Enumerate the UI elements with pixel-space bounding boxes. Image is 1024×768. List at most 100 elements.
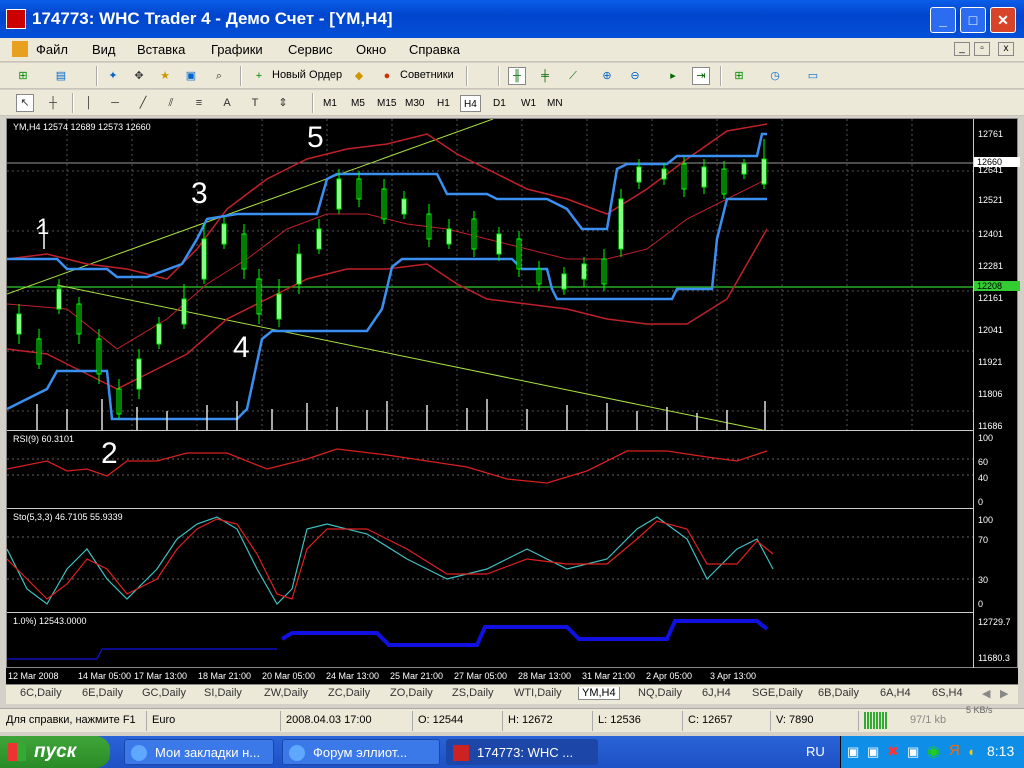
fibonacci-icon[interactable]: ≡ [190, 94, 208, 112]
candle-chart-icon[interactable]: ╪ [536, 67, 554, 85]
market-watch-icon[interactable]: ✦ [104, 67, 122, 85]
timeframe-d1[interactable]: D1 [490, 95, 509, 112]
menu-window[interactable]: Окно [356, 42, 386, 57]
autoscroll-icon[interactable]: ▸ [664, 67, 682, 85]
task-whc-trader[interactable]: 174773: WHC ... [446, 739, 598, 765]
tab-6s-h4[interactable]: 6S,H4 [932, 687, 963, 699]
timeframe-h4[interactable]: H4 [460, 95, 481, 112]
window-title: 174773: WHC Trader 4 - Демо Счет - [YM,H… [32, 9, 393, 28]
annotation-2: 2 [101, 437, 118, 470]
main-chart-label: YM,H4 12574 12689 12573 12660 [13, 122, 151, 132]
arrows-icon[interactable]: ⇕ [274, 94, 292, 112]
timeframe-m15[interactable]: M15 [374, 95, 399, 112]
tab-6e-daily[interactable]: 6E,Daily [82, 687, 123, 699]
tab-6a-h4[interactable]: 6A,H4 [880, 687, 911, 699]
tabs-scroll-left-icon[interactable]: ◀ [982, 687, 990, 700]
bar-chart-icon[interactable]: ╫ [508, 67, 526, 85]
rsi-pane[interactable]: RSI(9) 60.3101 2 [7, 431, 973, 509]
menu-file[interactable]: Файл [36, 42, 68, 57]
network-icon[interactable]: ▣ [847, 744, 859, 760]
vertical-line-icon[interactable]: │ [80, 94, 98, 112]
tab-wti-daily[interactable]: WTI,Daily [514, 687, 562, 699]
profiles-icon[interactable]: ▤ [52, 67, 70, 85]
maximize-button[interactable]: □ [960, 7, 986, 33]
metaeditor-icon[interactable]: ◆ [350, 67, 368, 85]
language-indicator[interactable]: RU [806, 744, 825, 759]
terminal-icon[interactable]: ▣ [182, 67, 200, 85]
zoom-in-icon[interactable]: ⊕ [598, 67, 616, 85]
timeframe-m30[interactable]: M30 [402, 95, 427, 112]
periods-icon[interactable]: ◷ [766, 67, 784, 85]
task-bookmarks[interactable]: Мои закладки н... [124, 739, 274, 765]
minimize-button[interactable]: _ [930, 7, 956, 33]
title-bar: 174773: WHC Trader 4 - Демо Счет - [YM,H… [0, 0, 1024, 38]
text-icon[interactable]: A [218, 94, 236, 112]
new-order-icon[interactable]: + [250, 67, 268, 85]
tab-6c-daily[interactable]: 6C,Daily [20, 687, 62, 699]
timeframe-w1[interactable]: W1 [518, 95, 539, 112]
templates-icon[interactable]: ▭ [804, 67, 822, 85]
clock[interactable]: 8:13 [987, 743, 1014, 759]
zoom-out-icon[interactable]: ⊖ [626, 67, 644, 85]
timeframe-mn[interactable]: MN [544, 95, 566, 112]
trendline-icon[interactable]: ╱ [134, 94, 152, 112]
experts-button[interactable]: Советники [400, 69, 454, 81]
tab-zc-daily[interactable]: ZC,Daily [328, 687, 370, 699]
rsi-label: RSI(9) 60.3101 [13, 434, 75, 444]
tab-6j-h4[interactable]: 6J,H4 [702, 687, 731, 699]
task-forum[interactable]: Форум эллиот... [282, 739, 440, 765]
sound-icon[interactable]: ◖ [967, 744, 975, 759]
experts-icon[interactable]: ● [378, 67, 396, 85]
new-chart-icon[interactable]: ⊞ [14, 67, 32, 85]
mdi-minimize-button[interactable]: _ [954, 42, 970, 56]
horizontal-line-icon[interactable]: ─ [106, 94, 124, 112]
tab-6b-daily[interactable]: 6B,Daily [818, 687, 859, 699]
price-pane[interactable]: YM,H4 12574 12689 12573 12660 1 3 4 5 [7, 119, 973, 431]
line-chart-icon[interactable]: ⟋ [564, 67, 582, 85]
start-button[interactable]: пуск [0, 736, 110, 768]
yandex-icon[interactable]: Я [949, 742, 960, 759]
mdi-restore-button[interactable]: ▫ [974, 42, 990, 56]
network-icon-2[interactable]: ▣ [867, 744, 879, 760]
time-axis: 12 Mar 2008 14 Mar 05:00 17 Mar 13:00 18… [6, 668, 1018, 684]
network-icon-3[interactable]: ▣ [907, 744, 919, 760]
tab-sge-daily[interactable]: SGE,Daily [752, 687, 803, 699]
cursor-icon[interactable]: ↖ [16, 94, 34, 112]
app-icon[interactable] [6, 9, 26, 29]
strategy-tester-icon[interactable]: ⌕ [210, 67, 228, 85]
equidistant-channel-icon[interactable]: ⫽ [162, 94, 180, 112]
icq-icon[interactable]: ◉ [927, 742, 940, 760]
text-label-icon[interactable]: T [246, 94, 264, 112]
tab-zw-daily[interactable]: ZW,Daily [264, 687, 308, 699]
tab-zo-daily[interactable]: ZO,Daily [390, 687, 433, 699]
stochastic-pane[interactable]: Sto(5,3,3) 46.7105 55.9339 [7, 509, 973, 613]
menu-insert[interactable]: Вставка [137, 42, 185, 57]
menu-charts[interactable]: Графики [211, 42, 263, 57]
indicators-icon[interactable]: ⊞ [730, 67, 748, 85]
chart-window[interactable]: YM,H4 12574 12689 12573 12660 1 3 4 5 12… [6, 118, 1020, 669]
menu-help[interactable]: Справка [409, 42, 460, 57]
data-window-icon[interactable]: ✥ [130, 67, 148, 85]
menu-view[interactable]: Вид [92, 42, 116, 57]
menu-tools[interactable]: Сервис [288, 42, 333, 57]
security-icon[interactable]: ✖ [887, 743, 899, 760]
tab-gc-daily[interactable]: GC,Daily [142, 687, 186, 699]
tabs-scroll-right-icon[interactable]: ▶ [1000, 687, 1008, 700]
indicator-label: 1.0%) 12543.0000 [13, 616, 87, 626]
new-order-button[interactable]: Новый Ордер [272, 69, 342, 81]
mdi-icon[interactable] [12, 41, 28, 57]
custom-indicator-pane[interactable]: 1.0%) 12543.0000 [7, 613, 973, 669]
chart-shift-icon[interactable]: ⇥ [692, 67, 710, 85]
mdi-close-button[interactable]: x [998, 42, 1014, 56]
crosshair-icon[interactable]: ┼ [44, 94, 62, 112]
tab-zs-daily[interactable]: ZS,Daily [452, 687, 494, 699]
timeframe-m1[interactable]: M1 [320, 95, 340, 112]
tab-ym-h4[interactable]: YM,H4 [578, 687, 620, 700]
close-button[interactable]: ✕ [990, 7, 1016, 33]
annotation-5: 5 [307, 121, 324, 154]
timeframe-h1[interactable]: H1 [434, 95, 453, 112]
navigator-icon[interactable]: ★ [156, 67, 174, 85]
timeframe-m5[interactable]: M5 [348, 95, 368, 112]
tab-nq-daily[interactable]: NQ,Daily [638, 687, 682, 699]
tab-si-daily[interactable]: SI,Daily [204, 687, 242, 699]
